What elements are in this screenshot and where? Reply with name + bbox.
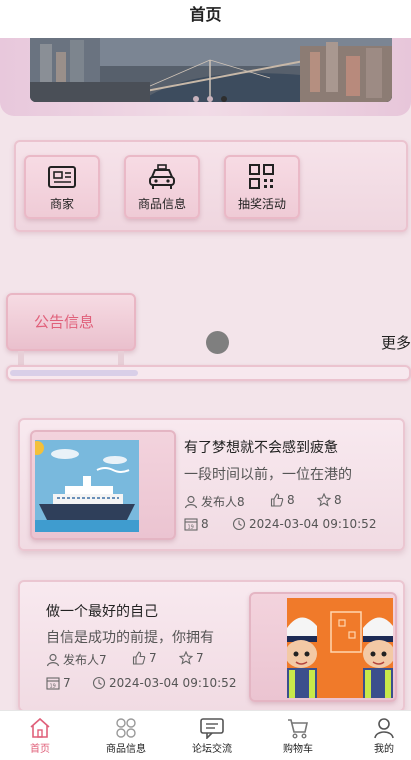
menu-item-lottery[interactable]: 抽奖活动 xyxy=(224,155,300,219)
news-thumb-frame xyxy=(249,592,397,702)
news-views: 19 7 xyxy=(46,676,71,690)
notice-scrollbar[interactable] xyxy=(6,365,411,381)
calendar-icon: 19 xyxy=(184,518,198,531)
tab-cart[interactable]: 购物车 xyxy=(258,717,338,755)
tab-label: 首页 xyxy=(30,744,50,755)
calendar-icon: 19 xyxy=(46,677,60,690)
news-thumbnail[interactable] xyxy=(287,598,393,698)
thumbs-up-icon xyxy=(132,651,146,665)
news-favorites[interactable]: 7 xyxy=(179,651,204,665)
news-author-text: 发布人8 xyxy=(201,495,245,509)
tab-forum[interactable]: 论坛交流 xyxy=(172,717,252,755)
news-views-count: 8 xyxy=(201,517,209,531)
news-description: 自信是成功的前提，你拥有 xyxy=(46,630,214,646)
notice-tab[interactable]: 公告信息 xyxy=(6,293,136,351)
taxi-icon xyxy=(149,164,175,189)
tab-home[interactable]: 首页 xyxy=(0,717,80,755)
city-bridge-photo xyxy=(30,38,392,102)
traffic-police-image xyxy=(287,598,393,698)
banner-image[interactable] xyxy=(30,38,392,102)
news-likes[interactable]: 7 xyxy=(132,651,157,665)
news-author-text: 发布人7 xyxy=(63,653,107,667)
news-author: 发布人7 xyxy=(46,651,107,668)
news-time: 2024-03-04 09:10:52 xyxy=(92,676,236,690)
news-thumb-frame xyxy=(30,430,176,540)
carousel-dot-active[interactable] xyxy=(221,96,227,102)
user-icon xyxy=(46,653,60,666)
menu-item-products[interactable]: 商品信息 xyxy=(124,155,200,219)
tab-label: 购物车 xyxy=(283,744,313,755)
page-title: 首页 xyxy=(189,5,222,24)
menu-item-label: 商家 xyxy=(49,197,74,211)
notice-scrollbar-fill xyxy=(10,370,139,376)
tab-mine[interactable]: 我的 xyxy=(344,717,411,755)
tab-label: 我的 xyxy=(374,744,394,755)
tab-label: 商品信息 xyxy=(106,744,146,755)
svg-text:19: 19 xyxy=(50,684,56,690)
news-description: 一段时间以前，一位在港的 xyxy=(184,467,352,483)
notice-tab-stand xyxy=(18,351,124,365)
flower-grid-icon xyxy=(116,718,136,738)
bottom-tab-bar: 首页 商品信息 论坛交流 购物车 我的 xyxy=(0,710,411,760)
news-card[interactable]: 做一个最好的自己 自信是成功的前提，你拥有 发布人7 7 7 19 7 2024… xyxy=(18,580,405,712)
user-icon xyxy=(184,495,198,508)
menu-item-label: 商品信息 xyxy=(137,197,186,211)
tab-products[interactable]: 商品信息 xyxy=(86,717,166,755)
news-time: 2024-03-04 09:10:52 xyxy=(232,517,376,531)
news-favorites-count: 7 xyxy=(196,651,204,665)
news-favorites-count: 8 xyxy=(334,493,342,507)
news-author: 发布人8 xyxy=(184,493,245,510)
news-card[interactable]: 有了梦想就不会感到疲惫 一段时间以前，一位在港的 发布人8 8 8 19 8 2… xyxy=(18,418,405,551)
id-card-icon xyxy=(48,166,76,188)
news-title[interactable]: 有了梦想就不会感到疲惫 xyxy=(184,437,338,457)
scroll-indicator-dot xyxy=(206,331,229,354)
qr-grid-icon xyxy=(249,164,274,189)
svg-text:19: 19 xyxy=(188,525,194,531)
carousel-dot[interactable] xyxy=(193,96,199,102)
more-link[interactable]: 更多 xyxy=(381,332,411,353)
banner-carousel[interactable] xyxy=(0,38,411,116)
news-likes-count: 7 xyxy=(149,651,157,665)
news-likes[interactable]: 8 xyxy=(270,493,295,507)
star-icon xyxy=(179,651,193,665)
news-views-count: 7 xyxy=(63,676,71,690)
cruise-ship-image xyxy=(35,440,139,532)
news-favorites[interactable]: 8 xyxy=(317,493,342,507)
person-icon xyxy=(374,718,394,739)
cart-icon xyxy=(288,719,308,739)
news-thumbnail[interactable] xyxy=(35,440,139,532)
page-header: 首页 xyxy=(0,0,411,38)
clock-icon xyxy=(232,517,246,531)
menu-item-merchant[interactable]: 商家 xyxy=(24,155,100,219)
carousel-indicator xyxy=(193,96,227,102)
menu-item-label: 抽奖活动 xyxy=(237,197,286,211)
notice-tab-label: 公告信息 xyxy=(34,313,95,331)
clock-icon xyxy=(92,676,106,690)
news-time-text: 2024-03-04 09:10:52 xyxy=(109,676,237,690)
news-views: 19 8 xyxy=(184,517,209,531)
quick-menu: 商家 商品信息 抽奖活动 xyxy=(14,140,408,232)
star-icon xyxy=(317,493,331,507)
thumbs-up-icon xyxy=(270,493,284,507)
chat-icon xyxy=(200,718,224,739)
news-time-text: 2024-03-04 09:10:52 xyxy=(249,517,377,531)
carousel-dot[interactable] xyxy=(207,96,213,102)
home-icon xyxy=(30,717,50,738)
tab-label: 论坛交流 xyxy=(192,744,232,755)
news-title[interactable]: 做一个最好的自己 xyxy=(46,601,158,621)
news-likes-count: 8 xyxy=(287,493,295,507)
